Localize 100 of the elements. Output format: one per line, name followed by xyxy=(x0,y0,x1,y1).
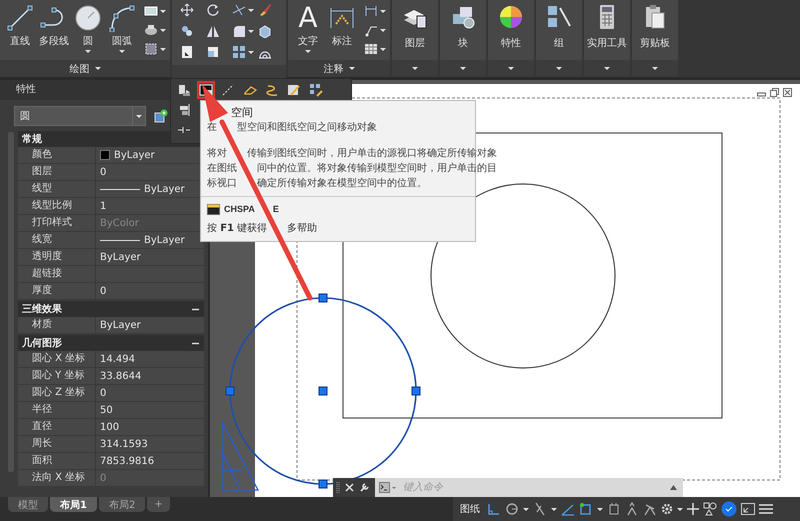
new-layout-tab[interactable]: + xyxy=(147,497,170,512)
caret-icon xyxy=(348,67,354,70)
plus-icon[interactable] xyxy=(687,503,699,515)
object-type-dropdown[interactable]: 圆 xyxy=(14,106,146,126)
command-input[interactable]: 键入命令 xyxy=(403,480,664,494)
quick-select-icon[interactable] xyxy=(154,109,168,123)
tooltip-text: 标视口 xyxy=(207,176,237,191)
isolate-icon[interactable] xyxy=(721,501,737,517)
caret-icon xyxy=(604,67,610,70)
caret-icon xyxy=(305,50,311,53)
ribbon-tool-button[interactable] xyxy=(144,42,166,56)
close-icon[interactable] xyxy=(783,88,792,97)
caret-icon xyxy=(380,28,386,32)
ribbon-tool-button[interactable]: 直线 xyxy=(4,4,36,53)
gear-icon[interactable] xyxy=(661,503,673,515)
menu-icon[interactable] xyxy=(759,503,773,515)
tooltip-text: 按 F1 键获得 xyxy=(207,222,268,236)
wrench-icon[interactable] xyxy=(359,482,370,493)
annotation-visibility-icon[interactable] xyxy=(643,502,657,516)
ribbon-tool-button[interactable]: 剪贴板 xyxy=(632,0,678,60)
ribbon-tool-button[interactable]: 圆 xyxy=(72,4,104,53)
space-toggle[interactable]: 图纸 xyxy=(457,502,483,516)
caret-icon xyxy=(119,50,125,53)
tracking-icon[interactable] xyxy=(607,502,621,516)
caret-icon xyxy=(523,508,529,510)
ribbon-tool-button[interactable]: 块 xyxy=(440,0,486,60)
caret-icon xyxy=(380,10,386,12)
angle-icon[interactable] xyxy=(561,502,575,516)
grip-icon[interactable] xyxy=(336,480,340,494)
fullscreen-icon[interactable] xyxy=(741,503,755,515)
layout-tab[interactable]: 布局2 xyxy=(98,497,146,512)
grip-handle[interactable] xyxy=(226,386,234,396)
grip-handle[interactable] xyxy=(318,294,328,302)
caret-icon xyxy=(677,508,683,510)
caret-icon xyxy=(380,48,386,50)
tooltip-title: 空间 xyxy=(231,105,253,120)
ribbon-tool-button[interactable]: 标注 xyxy=(326,4,358,53)
ribbon-tool-button[interactable] xyxy=(232,24,254,38)
caret-icon xyxy=(556,67,562,70)
ribbon-tool-button[interactable] xyxy=(232,45,254,59)
property-label: 圆心 X 坐标 xyxy=(18,351,96,367)
caret-icon xyxy=(652,67,658,70)
ribbon-tool-button[interactable]: 多段线 xyxy=(38,4,70,53)
layout-tab[interactable]: 布局1 xyxy=(50,497,97,512)
ribbon-tool-button[interactable] xyxy=(144,23,166,37)
property-label: 圆心 Z 坐标 xyxy=(18,385,96,401)
caret-icon xyxy=(551,508,557,510)
ribbon-tool-button[interactable]: 图层 xyxy=(392,0,438,60)
fillet-icon xyxy=(232,24,246,38)
annotation-scale-icon[interactable] xyxy=(625,502,639,516)
block-icon xyxy=(450,4,476,30)
property-value: ByLayer xyxy=(144,184,185,194)
grip-handle[interactable] xyxy=(412,386,420,396)
ribbon-tool-button[interactable]: 特性 xyxy=(488,0,534,60)
tooltip-text: 在图纸 xyxy=(207,162,237,176)
ribbon-tool-button[interactable] xyxy=(232,3,254,17)
scroll-up-icon[interactable] xyxy=(670,485,677,490)
restore-icon[interactable] xyxy=(770,88,779,97)
ribbon-tool-button[interactable] xyxy=(144,4,166,18)
group-icon xyxy=(546,4,572,30)
ribbon-tool-button[interactable]: 实用工具 xyxy=(584,0,630,60)
property-label: 透明度 xyxy=(18,249,96,265)
panel-title-button[interactable]: 注释 xyxy=(288,60,390,77)
hatch-edit-icon xyxy=(287,83,301,97)
ribbon-tool-button[interactable] xyxy=(364,4,386,18)
section-header[interactable]: 几何图形 xyxy=(18,335,204,351)
property-value: 0 xyxy=(100,286,106,296)
tooltip-text: 间中的位置。将对象传输到模型空间时，用户单击的目 xyxy=(257,162,497,176)
isometric-icon[interactable] xyxy=(533,502,547,516)
prompt-icon[interactable] xyxy=(379,482,397,493)
workspace-icon[interactable] xyxy=(703,502,717,516)
property-value: 1 xyxy=(100,200,106,212)
caret-icon xyxy=(508,67,514,70)
grip-handle[interactable] xyxy=(318,386,328,396)
rotate-icon xyxy=(206,3,220,17)
property-value: 14.494 xyxy=(100,354,135,364)
object-snap-icon[interactable] xyxy=(579,502,593,516)
grip-handle[interactable] xyxy=(318,480,328,488)
toolbar-button[interactable] xyxy=(307,81,325,99)
ribbon-tool-button[interactable]: 圆弧 xyxy=(106,4,138,53)
section-header[interactable]: 三维效果 xyxy=(18,301,204,317)
cube-icon xyxy=(258,24,272,38)
panel-title-button[interactable]: 绘图 xyxy=(0,60,170,77)
select-icon xyxy=(309,83,323,97)
ribbon-tool-button[interactable] xyxy=(364,42,386,56)
command-field[interactable]: 键入命令 xyxy=(375,478,683,497)
caret-icon xyxy=(248,8,254,12)
color-wheel-icon xyxy=(498,4,524,30)
hatch-icon xyxy=(144,23,158,37)
property-label: 厚度 xyxy=(18,283,96,299)
layout-tab[interactable]: 模型 xyxy=(8,497,48,512)
polar-icon[interactable] xyxy=(505,502,519,516)
property-label: 超链接 xyxy=(18,266,96,282)
property-label: 线型比例 xyxy=(18,198,96,214)
property-label: 打印样式 xyxy=(18,215,96,231)
ribbon-tool-button[interactable]: A 文字 xyxy=(292,4,324,53)
circle-icon xyxy=(74,4,102,32)
ribbon-tool-button[interactable]: 组 xyxy=(536,0,582,60)
property-value: ByColor xyxy=(100,218,139,228)
snap-icon[interactable] xyxy=(487,502,501,516)
